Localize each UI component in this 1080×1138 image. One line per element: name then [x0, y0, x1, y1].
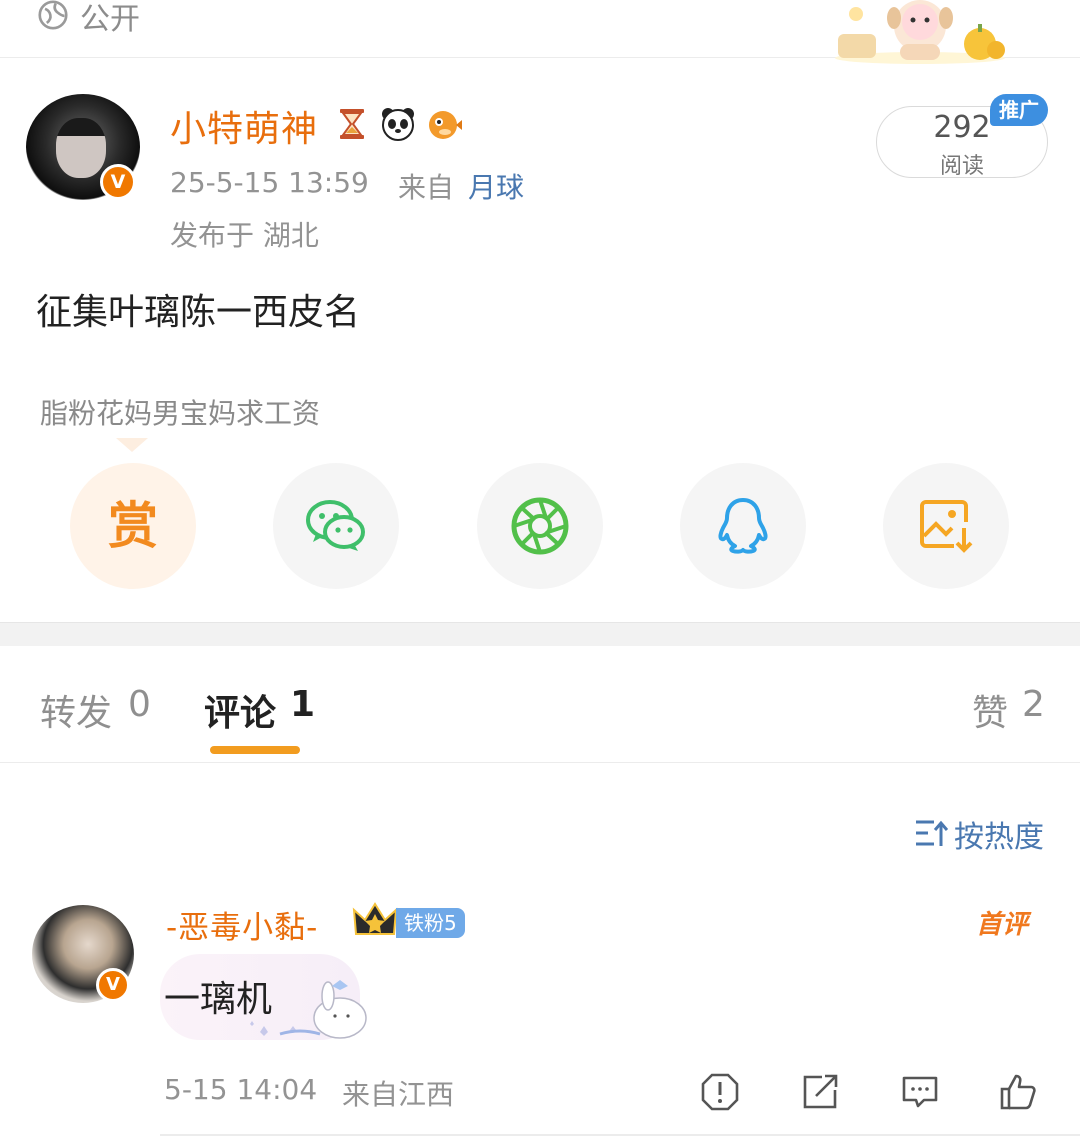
hourglass-icon: [340, 109, 364, 139]
author-badges: [334, 104, 462, 144]
globe-icon: [38, 0, 68, 30]
reward-button[interactable]: 赏: [70, 463, 196, 589]
qq-icon: [718, 498, 768, 554]
report-icon[interactable]: [700, 1072, 740, 1112]
visibility-label: 公开: [80, 2, 140, 37]
sort-by-hot-button[interactable]: 按热度: [954, 812, 1044, 856]
post-location: 发布于 湖北: [170, 219, 319, 252]
comment-text: 一璃机: [164, 979, 273, 1020]
panda-icon: [382, 108, 414, 141]
tab-comment[interactable]: 评论: [204, 684, 276, 736]
tab-like-count[interactable]: 2: [1022, 684, 1045, 725]
commenter-verified-badge: V: [96, 968, 130, 1002]
crown-icon: [352, 902, 398, 935]
tab-repost-count[interactable]: 0: [128, 684, 151, 725]
save-image-icon: [920, 500, 973, 553]
qq-share-button[interactable]: [680, 463, 806, 589]
tip-pointer: [116, 438, 148, 452]
iron-fan-badge[interactable]: 铁粉5: [396, 908, 465, 938]
like-icon[interactable]: [998, 1072, 1038, 1112]
sort-icon[interactable]: [914, 818, 948, 848]
post-text: 征集叶璃陈一西皮名: [36, 292, 361, 333]
section-separator: [0, 622, 1080, 646]
tab-repost[interactable]: 转发: [40, 684, 112, 736]
active-tab-indicator: [210, 746, 300, 754]
promote-badge[interactable]: 推广: [990, 94, 1048, 126]
wechat-share-button[interactable]: [273, 463, 399, 589]
comment-time: 5-15 14:04: [164, 1073, 318, 1106]
commenter-name[interactable]: -恶毒小黏-: [166, 902, 318, 947]
source-prefix: 来自: [398, 171, 455, 204]
tab-like[interactable]: 赞: [972, 684, 1008, 736]
wechat-icon: [306, 500, 365, 551]
read-label: 阅读: [939, 154, 984, 179]
reward-tip: 脂粉花妈男宝妈求工资: [40, 397, 321, 430]
save-image-button[interactable]: [883, 463, 1009, 589]
moments-share-button[interactable]: [477, 463, 603, 589]
verified-badge: V: [100, 164, 136, 200]
tabs-divider: [0, 762, 1080, 763]
post-time: 25-5-15 13:59: [170, 166, 369, 199]
reward-label: 赏: [108, 497, 158, 555]
comment-divider: [160, 1134, 1080, 1136]
author-name[interactable]: 小特萌神: [170, 100, 318, 152]
source-link[interactable]: 月球: [468, 166, 524, 206]
comment-source: 来自江西: [342, 1078, 455, 1111]
sheep-sticker-icon: [835, 0, 1005, 64]
moments-icon: [511, 497, 569, 555]
tab-comment-count[interactable]: 1: [290, 684, 315, 725]
pufferfish-icon: [429, 111, 462, 139]
first-comment-badge: 首评: [976, 910, 1029, 940]
reply-icon[interactable]: [900, 1072, 940, 1112]
forward-icon[interactable]: [800, 1072, 840, 1112]
